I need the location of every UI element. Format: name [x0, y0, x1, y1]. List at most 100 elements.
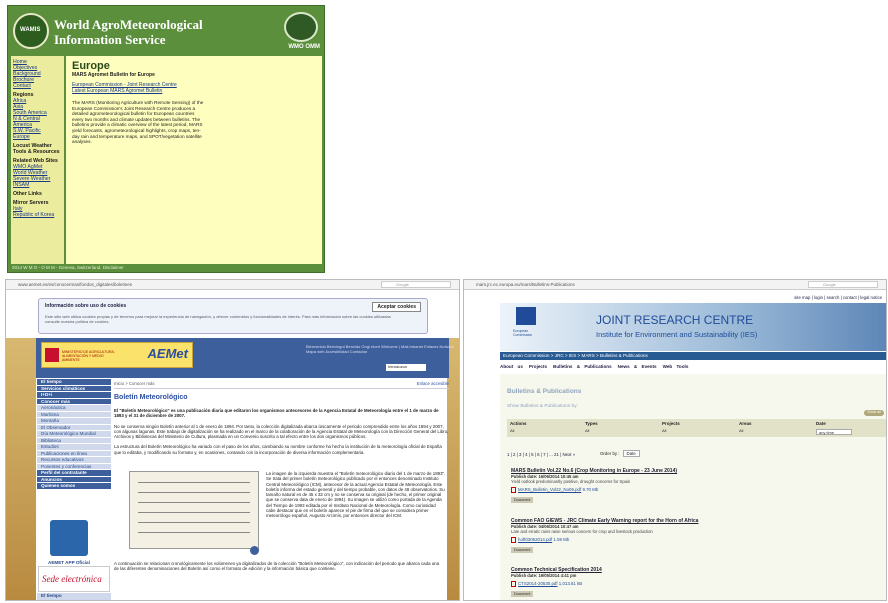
file-row: CTS2014-20530.pdf 1,013.61 kB — [511, 581, 881, 587]
pdf-icon — [511, 487, 516, 493]
nav-heading-locust-weather-tools-resources: Locust Weather Tools & Resources — [13, 143, 60, 155]
browser-search-box[interactable]: Google — [381, 281, 451, 288]
filter-areas-label: Areas — [739, 421, 752, 426]
accept-cookies-button[interactable]: Aceptar cookies — [372, 302, 421, 312]
url-text[interactable]: mars.jrc.ec.europa.eu/mars/Bulletins-Pub… — [476, 282, 575, 287]
page-subtitle: MARS Agromet Bulletin for Europe — [72, 72, 155, 78]
wamis-title-line1: World AgroMeteorological — [54, 17, 203, 32]
nav-link-republic-of-korea[interactable]: Republic of Korea — [13, 212, 62, 218]
menu-item-bulletins-publications[interactable]: Bulletins & Publications — [553, 364, 612, 369]
filter-projects-label: Projects — [662, 421, 680, 426]
wamis-logo-text: WAMIS — [20, 27, 41, 33]
file-row: MARS_Bulletin_Vol22_No06.pdf 9.70 Mb — [511, 487, 881, 493]
filter-table: Actions All Types All Projects All Areas All Dat… — [507, 419, 886, 437]
browser-url-bar[interactable]: www.aemet.es/es/conocermas/fondos_digita… — [6, 280, 459, 290]
paragraph-3: La estructura del Boletín Meteorológico … — [114, 444, 442, 455]
order-label: Order by : — [600, 451, 620, 456]
ministry-label: MINISTERIO DE AGRICULTURA, ALIMENTACIÓN … — [62, 350, 115, 362]
page-title: Europe — [72, 60, 110, 72]
filter-date-label: Date — [816, 421, 826, 426]
aemet-content: Inicio > Conocer más Enlace accesible Bol… — [114, 379, 449, 599]
breadcrumb: Inicio > Conocer más Enlace accesible — [114, 379, 449, 389]
page-title: Boletín Meteorológico — [114, 394, 188, 401]
browser-url-bar[interactable]: mars.jrc.ec.europa.eu/mars/Bulletins-Pub… — [464, 280, 886, 290]
pagination[interactable]: 1 | 2 | 3 | 4 | 5 | 6 | 7 | ... 21 | Nex… — [507, 452, 575, 457]
filter-areas-select[interactable]: All — [739, 428, 743, 433]
aemet-logo[interactable]: MINISTERIO DE AGRICULTURA, ALIMENTACIÓN … — [41, 342, 193, 368]
filter-projects-select[interactable]: All — [662, 428, 666, 433]
wmo-globe-icon — [284, 12, 318, 42]
wamis-title: World AgroMeteorological Information Serv… — [54, 17, 203, 47]
nav-link-europe[interactable]: Europe — [13, 134, 62, 140]
menu-item-projects[interactable]: Projects — [529, 364, 547, 369]
breadcrumb-text[interactable]: Inicio > Conocer más — [114, 381, 154, 386]
file-size: 1,013.61 kB — [558, 581, 583, 587]
mars-description: The MARS (Monitoring Agriculture with Re… — [72, 100, 204, 145]
spain-crest-icon — [45, 348, 59, 362]
jrc-menu: About us Projects Bulletins & Publications… — [500, 364, 886, 369]
wamis-sidebar: Home Objectives Background Brochure Contact R… — [11, 56, 64, 264]
nav-heading-other-links: Other Links — [13, 191, 42, 197]
aemet-sidebar: El tiempo Servicios climáticos I+D+i Conoce… — [37, 379, 111, 490]
paragraph-2: No se conserva ningún Boletín anterior a… — [114, 423, 449, 440]
app-label[interactable]: AEMET APP Oficial — [48, 560, 90, 565]
aemet-top-nav[interactable]: Bienvenido Benvingut Benvido Ongi etorri… — [306, 344, 459, 354]
sidebar-item-quienes-somos[interactable]: Quienes somos — [37, 483, 111, 490]
url-text[interactable]: www.aemet.es/es/conocermas/fondos_digita… — [18, 282, 132, 287]
order-control: Order by : Date — [600, 450, 640, 457]
filter-types-select[interactable]: All — [585, 428, 589, 433]
nav-link-insam[interactable]: INSAM — [13, 182, 62, 188]
latest-bulletin-link[interactable]: Latest European MARS Agromet Bulletin — [72, 88, 316, 94]
file-link[interactable]: MARS_Bulletin_Vol22_No06.pdf — [518, 487, 581, 492]
publication-summary: Late and erratic rains raise serious con… — [511, 529, 653, 534]
menu-item-news-events[interactable]: News & Events — [618, 364, 657, 369]
jrc-subtitle: Institute for Environment and Sustainabi… — [596, 330, 758, 339]
el-tiempo-link[interactable]: El tiempo — [37, 593, 111, 600]
filter-types-label: Types — [585, 421, 598, 426]
document-tag[interactable]: Document — [511, 497, 534, 503]
pdf-icon — [511, 537, 516, 543]
wamis-footer: 2014 W M O - O M M - Geneva, Switzerland… — [12, 265, 124, 270]
wamis-logo[interactable]: WAMIS — [13, 13, 49, 49]
cookie-text: Este sitio web utiliza cookies propias y… — [45, 314, 391, 324]
publish-date: Publish date: 19/05/2014 4:41 pm — [511, 573, 577, 578]
image-description: La imagen de la izquierda muestra el "Bo… — [266, 471, 446, 519]
phone-app-icon[interactable] — [50, 520, 88, 556]
ec-label: European Commission — [513, 329, 533, 337]
aemet-screenshot: www.aemet.es/es/conocermas/fondos_digita… — [5, 279, 460, 601]
aemet-search-input[interactable]: Introduzca — [386, 364, 426, 371]
intro-paragraph: El "Boletín Meteorológico" es una public… — [114, 408, 439, 419]
filter-date-select[interactable]: any time — [816, 429, 852, 435]
nav-link-contact[interactable]: Contact — [13, 83, 62, 89]
menu-item-web-tools[interactable]: Web Tools — [663, 364, 689, 369]
breadcrumb[interactable]: European Commission > JRC > IES > MARS >… — [500, 352, 886, 360]
zoom-icon[interactable] — [250, 546, 259, 555]
bulletin-scan-image[interactable] — [129, 471, 259, 549]
sede-electronica-button[interactable]: Sede electrónica — [38, 566, 110, 592]
eu-flag-icon — [516, 307, 536, 325]
file-row: hoft03062014.pdf 1.59 Mb — [511, 537, 881, 543]
publication-item: Common FAO GIEWS - JRC Climate Early War… — [511, 518, 881, 553]
wmo-label: WMO OMM — [288, 44, 320, 50]
accessible-link[interactable]: Enlace accesible — [417, 381, 449, 386]
pdf-icon — [511, 581, 516, 587]
menu-item-about-us[interactable]: About us — [500, 364, 523, 369]
wamis-screenshot: WAMIS World AgroMeteorological Informatio… — [7, 5, 325, 273]
cookie-notice: Información sobre uso de cookies Aceptar… — [38, 298, 428, 334]
browser-search-box[interactable]: Google — [808, 281, 878, 288]
wamis-main: Europe MARS Agromet Bulletin for Europe … — [66, 56, 322, 264]
filter-actions-select[interactable]: All — [510, 428, 514, 433]
show-all-button[interactable]: Show all — [864, 410, 884, 416]
document-tag[interactable]: Document — [511, 547, 534, 553]
document-tag[interactable]: Document — [511, 591, 534, 597]
aemet-brand: AEMet — [147, 346, 188, 361]
jrc-top-links[interactable]: site map | login | search | contact | le… — [794, 295, 882, 300]
jrc-title: JOINT RESEARCH CENTRE — [596, 313, 754, 327]
file-size: 1.59 Mb — [553, 537, 570, 543]
wamis-title-line2: Information Service — [54, 32, 166, 47]
order-select[interactable]: Date — [622, 450, 640, 457]
filter-label: Show Bulletins & Publications by: — [507, 404, 578, 409]
publication-item: MARS Bulletin Vol.22 No.6 (Crop Monitori… — [511, 468, 881, 503]
file-link[interactable]: hoft03062014.pdf — [518, 537, 552, 542]
file-link[interactable]: CTS2014-20530.pdf — [518, 581, 558, 586]
